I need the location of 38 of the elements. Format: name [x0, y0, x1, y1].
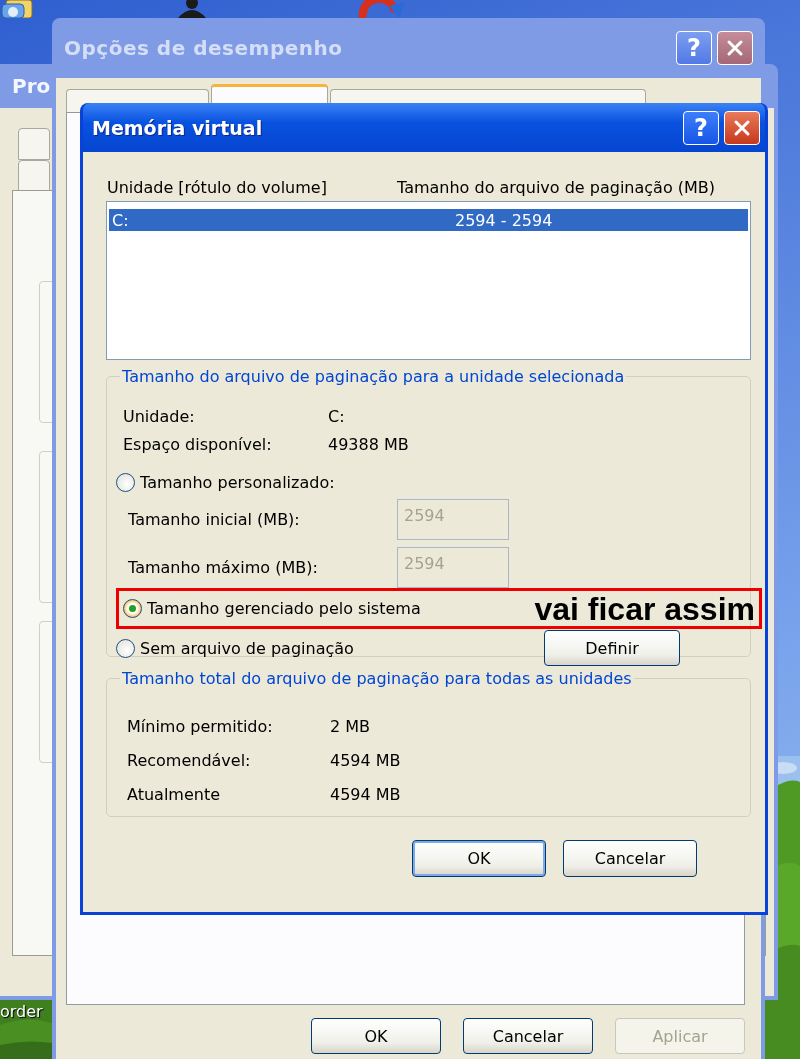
help-button[interactable]: ?	[683, 110, 719, 145]
field-label: Unidade:	[123, 406, 196, 426]
field-label: Recomendável:	[127, 750, 252, 770]
list-row[interactable]: C: 2594 - 2594	[109, 209, 748, 231]
dialog-button[interactable]: Cancelar	[463, 1018, 593, 1054]
field-value: 4594 MB	[330, 750, 402, 770]
radio-button[interactable]	[116, 638, 135, 658]
annotation-text: vai ficar assim	[534, 592, 755, 625]
field-label: Mínimo permitido:	[127, 716, 274, 736]
radio-button[interactable]	[116, 472, 135, 492]
dialog-button[interactable]: OK	[412, 840, 546, 877]
field-label: Espaço disponível:	[123, 434, 273, 454]
window-title: Memória virtual	[92, 116, 263, 139]
field-value: 2 MB	[330, 716, 372, 736]
close-button[interactable]	[724, 110, 760, 145]
tab[interactable]	[18, 160, 50, 192]
close-icon	[726, 39, 744, 57]
option-label: Sem arquivo de paginação	[140, 638, 354, 658]
column-header: Unidade [rótulo do volume]	[106, 177, 328, 197]
window-title: Opções de desempenho	[64, 36, 343, 60]
field-value: 4594 MB	[330, 784, 402, 804]
option-label: Tamanho personalizado:	[140, 472, 335, 492]
group-label: Tamanho do arquivo de paginação para a unidade selecionada	[121, 367, 626, 386]
dialog-button[interactable]: Cancelar	[563, 840, 697, 877]
dialog-button[interactable]: OK	[311, 1018, 441, 1054]
field-label: Atualmente	[127, 784, 221, 804]
radio-button[interactable]	[123, 599, 142, 618]
window-title: Pro	[12, 74, 51, 98]
field-label: Tamanho máximo (MB):	[128, 558, 319, 577]
column-header: Tamanho do arquivo de paginação (MB)	[397, 177, 716, 197]
group-label: Tamanho total do arquivo de paginação para todas as unidades	[121, 669, 633, 688]
close-icon	[733, 118, 751, 137]
drive-list[interactable]: C: 2594 - 2594	[106, 201, 751, 360]
set-button[interactable]: Definir	[544, 630, 680, 666]
field-label: Tamanho inicial (MB):	[128, 510, 301, 529]
field-value: C:	[328, 406, 346, 426]
field-value: 49388 MB	[328, 434, 410, 454]
option-label: Tamanho gerenciado pelo sistema	[147, 599, 421, 618]
